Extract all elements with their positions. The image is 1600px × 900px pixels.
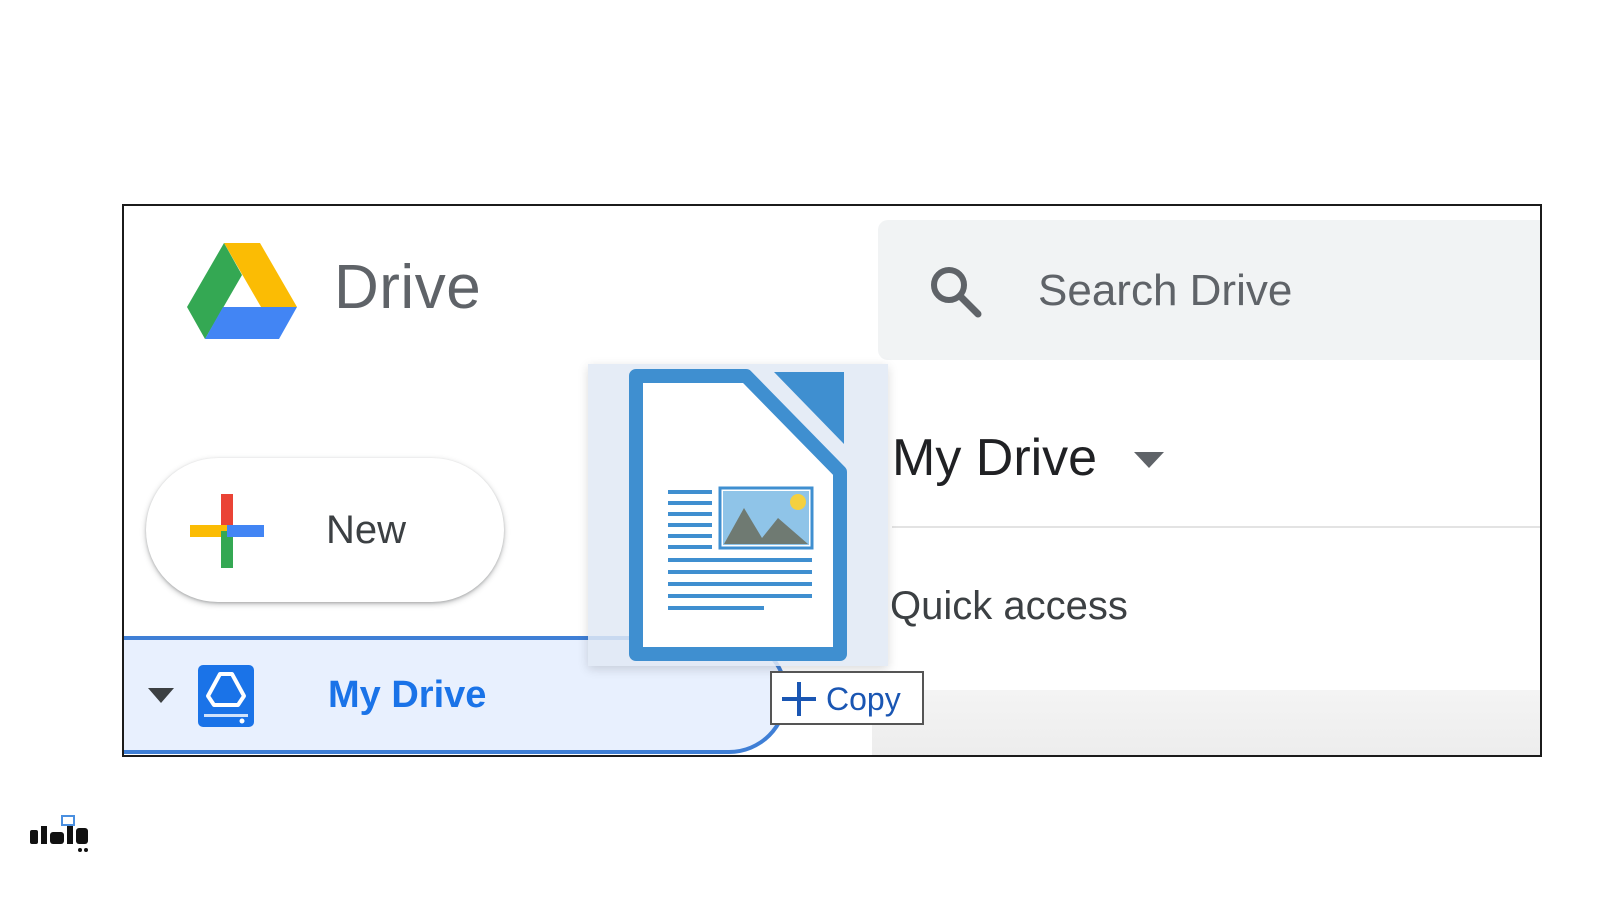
search-bar[interactable]: Search Drive [878, 220, 1540, 360]
app-title: Drive [334, 253, 482, 322]
copy-tooltip: Copy [770, 671, 924, 725]
sidebar-item-label: My Drive [328, 674, 487, 716]
app-window: Drive Search Drive New My Drive My Drive… [122, 204, 1542, 757]
divider [892, 526, 1540, 528]
watermark-logo [30, 815, 88, 852]
copy-label: Copy [826, 681, 901, 717]
quick-access-heading: Quick access [890, 584, 1128, 628]
search-icon[interactable] [926, 262, 984, 320]
search-input[interactable]: Search Drive [1038, 266, 1292, 316]
new-button[interactable]: New [146, 458, 504, 602]
dragged-file[interactable] [588, 364, 888, 666]
plus-icon [190, 494, 264, 568]
drive-logo-icon [187, 243, 297, 339]
page-title[interactable]: My Drive [892, 428, 1097, 488]
expand-arrow-icon[interactable] [148, 688, 174, 703]
plus-icon [782, 682, 816, 716]
document-with-image-icon [629, 369, 847, 661]
quick-access-area [872, 690, 1540, 755]
new-button-label: New [326, 508, 407, 552]
drive-folder-icon [198, 665, 254, 727]
chevron-down-icon[interactable] [1134, 452, 1164, 468]
